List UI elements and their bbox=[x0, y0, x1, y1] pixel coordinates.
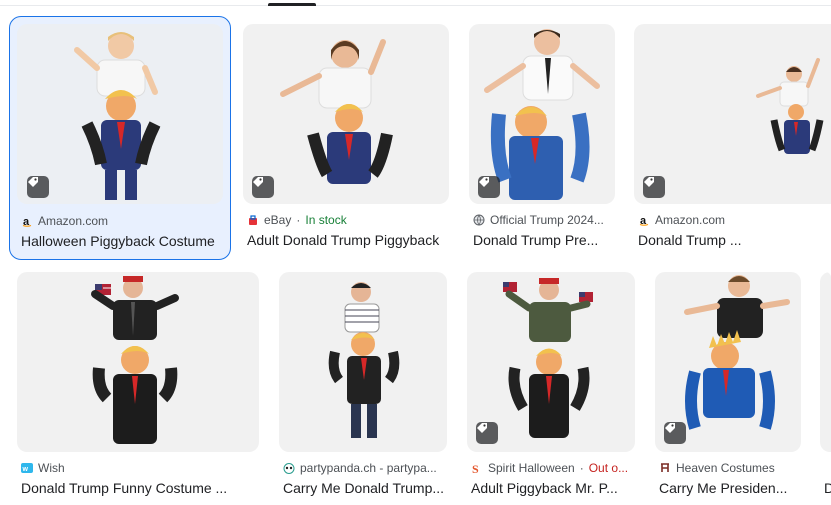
result-title[interactable]: Donald Trump Pre... bbox=[473, 230, 615, 250]
result-card[interactable]: D bbox=[820, 272, 831, 502]
svg-text:w: w bbox=[22, 466, 29, 473]
product-tag-icon bbox=[478, 176, 500, 198]
result-card[interactable]: S Spirit Halloween · Out o... Adult Pigg… bbox=[467, 272, 635, 502]
result-title[interactable]: D bbox=[824, 478, 831, 498]
spirit-icon: S bbox=[471, 462, 483, 476]
result-card[interactable]: Official Trump 2024... Donald Trump Pre.… bbox=[469, 24, 615, 264]
divider bbox=[0, 5, 831, 6]
result-title[interactable]: Carry Me Presiden... bbox=[659, 478, 801, 498]
result-source[interactable]: w Wish bbox=[21, 460, 257, 476]
separator: · bbox=[296, 213, 301, 227]
result-card[interactable]: partypanda.ch - partypa... Carry Me Dona… bbox=[279, 272, 447, 502]
source-name: Spirit Halloween bbox=[488, 461, 575, 475]
result-source[interactable]: Official Trump 2024... bbox=[473, 212, 615, 228]
result-card[interactable]: a Amazon.com Donald Trump ... bbox=[634, 24, 831, 264]
panda-icon bbox=[283, 462, 295, 474]
result-card[interactable]: Heaven Costumes Carry Me Presiden... bbox=[655, 272, 801, 502]
result-source[interactable]: a Amazon.com bbox=[638, 212, 828, 228]
heaven-icon bbox=[659, 462, 671, 474]
globe-icon bbox=[473, 214, 485, 226]
result-image[interactable] bbox=[820, 272, 831, 452]
product-tag-icon bbox=[252, 176, 274, 198]
result-title[interactable]: Adult Piggyback Mr. P... bbox=[471, 478, 635, 498]
tabs-underline-bar bbox=[0, 0, 831, 6]
result-image[interactable] bbox=[655, 272, 801, 452]
result-title[interactable]: Adult Donald Trump Piggyback bbox=[247, 230, 447, 250]
result-source[interactable]: S Spirit Halloween · Out o... bbox=[471, 460, 635, 476]
source-name: Amazon.com bbox=[38, 214, 109, 228]
source-name: Heaven Costumes bbox=[676, 461, 775, 475]
svg-text:S: S bbox=[472, 462, 479, 474]
amazon-icon: a bbox=[21, 215, 33, 228]
result-source[interactable]: a Amazon.com bbox=[21, 213, 221, 229]
result-source[interactable]: Heaven Costumes bbox=[659, 460, 801, 476]
source-name: Wish bbox=[38, 461, 65, 475]
result-image[interactable] bbox=[17, 272, 259, 452]
result-title[interactable]: Donald Trump Funny Costume ... bbox=[21, 478, 257, 498]
stock-status: In stock bbox=[305, 213, 347, 227]
active-tab-indicator bbox=[268, 3, 316, 6]
result-title[interactable]: Donald Trump ... bbox=[638, 230, 828, 250]
result-card[interactable]: eBay · In stock Adult Donald Trump Piggy… bbox=[243, 24, 449, 264]
ebay-icon bbox=[247, 214, 259, 226]
stock-status: Out o... bbox=[588, 461, 629, 475]
result-image[interactable] bbox=[467, 272, 635, 452]
result-image[interactable] bbox=[17, 24, 223, 204]
result-source[interactable]: partypanda.ch - partypa... bbox=[283, 460, 447, 476]
wish-icon: w bbox=[21, 462, 33, 474]
source-name: eBay bbox=[264, 213, 292, 227]
product-tag-icon bbox=[476, 422, 498, 444]
result-title[interactable]: Halloween Piggyback Costume bbox=[21, 231, 215, 251]
amazon-icon: a bbox=[638, 214, 650, 227]
source-name: Amazon.com bbox=[655, 213, 726, 227]
separator: · bbox=[579, 461, 584, 475]
source-name: Official Trump 2024... bbox=[490, 213, 604, 227]
product-tag-icon bbox=[27, 176, 49, 198]
result-image[interactable] bbox=[469, 24, 615, 204]
result-card[interactable]: a Amazon.com Halloween Piggyback Costume bbox=[9, 16, 231, 260]
source-name: partypanda.ch - partypa... bbox=[300, 461, 437, 475]
result-title[interactable]: Carry Me Donald Trump... bbox=[283, 478, 447, 498]
result-source[interactable]: eBay · In stock bbox=[247, 212, 447, 228]
product-tag-icon bbox=[664, 422, 686, 444]
result-image[interactable] bbox=[634, 24, 831, 204]
product-tag-icon bbox=[643, 176, 665, 198]
result-image[interactable] bbox=[279, 272, 447, 452]
result-image[interactable] bbox=[243, 24, 449, 204]
result-card[interactable]: w Wish Donald Trump Funny Costume ... bbox=[17, 272, 259, 502]
